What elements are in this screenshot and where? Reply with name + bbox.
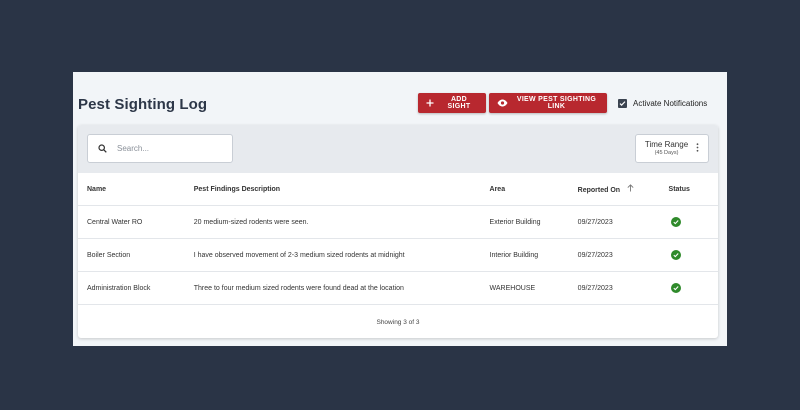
reported-on-label: Reported On [577,187,621,194]
check-circle-icon [670,217,681,227]
search-icon [98,140,107,158]
row-reported-on: 09/27/2023 [577,271,669,305]
notifications-label: Activate Notifications [633,99,708,108]
kebab-icon[interactable] [696,143,699,154]
plus-icon [426,99,434,107]
add-sight-label: ADD SIGHT [447,96,471,110]
sightings-table: Name Pest Findings Description Area Repo… [78,173,718,305]
time-range-sub: (45 Days) [654,149,679,156]
row-area: WAREHOUSE [489,271,578,305]
check-circle-icon [670,283,681,293]
view-pest-sighting-link-button[interactable]: VIEW PEST SIGHTING LINK [489,93,607,113]
notifications-checkbox[interactable] [618,99,627,108]
time-range-selector[interactable]: Time Range (45 Days) [635,134,709,163]
showing-count: Showing 3 of 3 [376,318,420,326]
view-pest-sighting-link-label: VIEW PEST SIGHTING LINK [516,96,597,110]
row-description: Three to four medium sized rodents were … [193,271,490,305]
row-name: Administration Block [78,271,194,305]
row-reported-on: 09/27/2023 [577,205,669,239]
table-footer: Showing 3 of 3 [78,306,718,338]
activate-notifications[interactable]: Activate Notifications [618,99,707,108]
row-name: Central Water RO [78,205,194,239]
pest-sighting-panel: Pest Sighting Log ADD SIGHT VIEW PEST SI… [73,72,727,346]
column-header-reported-on[interactable]: Reported On [577,173,669,206]
table-header-row: Name Pest Findings Description Area Repo… [78,173,718,206]
row-reported-on: 09/27/2023 [577,238,669,272]
time-range-label: Time Range [644,140,689,150]
table-row[interactable]: Administration Block Three to four mediu… [78,271,718,305]
row-area: Exterior Building [489,205,578,239]
table-row[interactable]: Boiler Section I have observed movement … [78,238,718,272]
column-header-area[interactable]: Area [489,173,578,206]
sightings-card: Time Range (45 Days) Name Pest Findings … [78,125,718,338]
table-row[interactable]: Central Water RO 20 medium-sized rodents… [78,205,718,239]
row-description: 20 medium-sized rodents were seen. [193,205,490,239]
table-toolbar: Time Range (45 Days) [78,125,718,173]
check-circle-icon [670,250,681,260]
column-header-name[interactable]: Name [78,173,194,206]
eye-icon [497,99,508,107]
row-name: Boiler Section [78,238,194,272]
add-sight-button[interactable]: ADD SIGHT [418,93,486,113]
column-header-status[interactable]: Status [668,173,718,206]
row-description: I have observed movement of 2-3 medium s… [193,238,490,272]
page-title: Pest Sighting Log [78,96,208,113]
row-area: Interior Building [489,238,578,272]
search-input[interactable] [115,143,219,154]
search-box[interactable] [87,134,233,163]
arrow-up-icon[interactable] [624,184,634,194]
column-header-description[interactable]: Pest Findings Description [193,173,490,206]
